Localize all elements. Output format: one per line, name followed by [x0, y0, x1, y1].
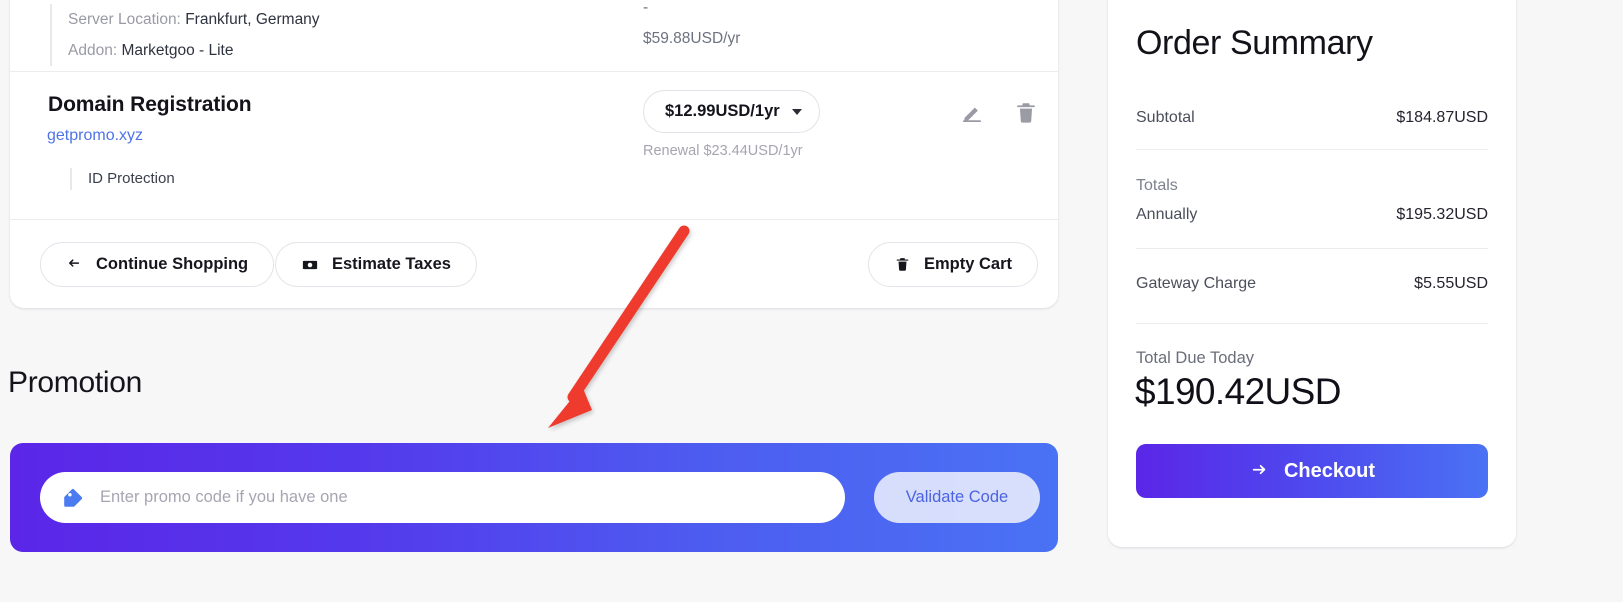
tag-icon — [62, 487, 84, 509]
price-dash: - — [643, 0, 649, 16]
summary-row-gateway-charge: Gateway Charge $5.55USD — [1136, 275, 1488, 293]
cart-item-prices: - $59.88USD/yr — [643, 0, 740, 54]
cart-items-list: Server Location: Frankfurt, Germany Addo… — [10, 0, 1058, 308]
order-summary-card: Order Summary Subtotal $184.87USD Totals… — [1108, 0, 1516, 547]
divider — [1136, 323, 1488, 324]
empty-cart-label: Empty Cart — [924, 255, 1013, 273]
estimate-taxes-button[interactable]: Estimate Taxes — [275, 242, 477, 287]
continue-shopping-button[interactable]: Continue Shopping — [40, 242, 275, 287]
totals-group-label: Totals — [1136, 177, 1178, 194]
addon-price: $59.88USD/yr — [643, 30, 741, 47]
divider — [1136, 248, 1488, 249]
cart-item-details: Server Location: Frankfurt, Germany Addo… — [50, 4, 320, 66]
money-bill-icon — [301, 256, 319, 274]
checkout-label: Checkout — [1283, 459, 1376, 482]
pencil-icon[interactable] — [959, 100, 985, 126]
annually-value: $195.32USD — [1396, 206, 1488, 223]
detail-line: Server Location: Frankfurt, Germany — [68, 4, 320, 35]
domain-name-link[interactable]: getpromo.xyz — [47, 127, 143, 145]
summary-row-annually: Annually $195.32USD — [1136, 206, 1488, 224]
trash-icon — [894, 256, 911, 273]
trash-icon[interactable] — [1013, 100, 1039, 126]
cart-item-row-domain: Domain Registration getpromo.xyz ID Prot… — [10, 72, 1058, 220]
domain-term-dropdown[interactable]: $12.99USD/1yr — [643, 90, 820, 133]
detail-label: Server Location: — [68, 11, 181, 28]
subtotal-label: Subtotal — [1136, 109, 1195, 126]
domain-renewal-note: Renewal $23.44USD/1yr — [643, 143, 803, 159]
detail-label: Addon: — [68, 42, 118, 59]
promotion-heading: Promotion — [8, 366, 143, 399]
domain-registration-title: Domain Registration — [48, 93, 252, 116]
shopping-cart-card: Server Location: Frankfurt, Germany Addo… — [10, 0, 1058, 308]
domain-term-value: $12.99USD/1yr — [665, 102, 780, 120]
promo-code-input-wrapper[interactable] — [40, 472, 845, 523]
detail-value: Frankfurt, Germany — [185, 11, 320, 28]
arrow-left-icon — [66, 256, 83, 273]
promo-code-input[interactable] — [100, 488, 823, 507]
checkout-button[interactable]: Checkout — [1136, 444, 1488, 498]
cart-item-row-partial: Server Location: Frankfurt, Germany Addo… — [10, 0, 1058, 72]
annually-label: Annually — [1136, 206, 1198, 223]
estimate-taxes-label: Estimate Taxes — [332, 255, 451, 273]
subtotal-value: $184.87USD — [1396, 109, 1488, 126]
order-summary-title: Order Summary — [1136, 24, 1373, 62]
arrow-right-icon — [1249, 461, 1269, 481]
empty-cart-button[interactable]: Empty Cart — [868, 242, 1039, 287]
gateway-charge-label: Gateway Charge — [1136, 275, 1257, 292]
domain-addon-id-protection: ID Protection — [70, 168, 175, 190]
divider — [1136, 149, 1488, 150]
chevron-down-icon — [791, 108, 802, 115]
total-due-today-label: Total Due Today — [1136, 349, 1255, 367]
total-due-today-value: $190.42USD — [1135, 371, 1341, 412]
cart-action-bar: Continue Shopping Estimate Taxes Empty C… — [10, 220, 1058, 308]
summary-row-subtotal: Subtotal $184.87USD — [1136, 109, 1488, 127]
detail-line: Addon: Marketgoo - Lite — [68, 35, 320, 66]
gateway-charge-value: $5.55USD — [1414, 275, 1488, 292]
detail-value: Marketgoo - Lite — [121, 42, 234, 59]
validate-code-button[interactable]: Validate Code — [874, 472, 1040, 523]
promotion-bar: Validate Code — [10, 443, 1058, 552]
continue-shopping-label: Continue Shopping — [96, 255, 249, 273]
